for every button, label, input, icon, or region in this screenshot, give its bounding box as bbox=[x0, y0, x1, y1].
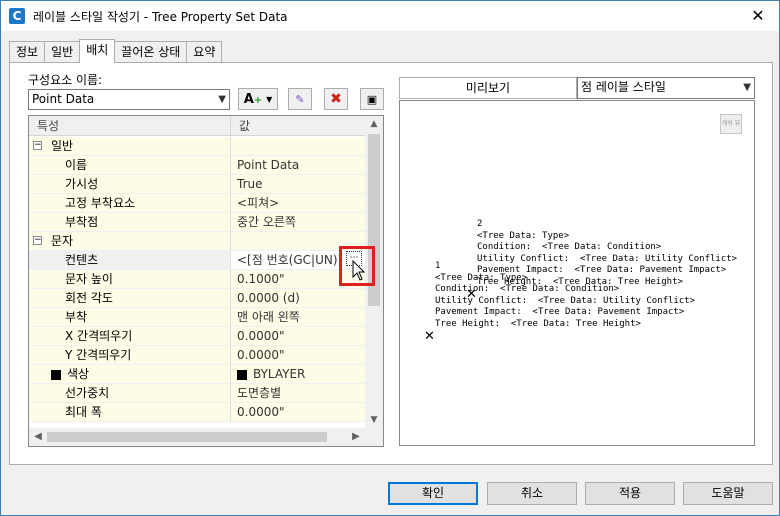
grid-rows: − 일반 이름 Point Data 가시성 True 고정 부착요소 <피쳐> … bbox=[29, 137, 365, 422]
preview-tab: 미리보기 bbox=[399, 77, 577, 99]
property-grid[interactable]: 특성 값 −일반 이름 Point Data 가시성 True 고정 부착요소 bbox=[28, 115, 384, 447]
copy-component-button[interactable]: ✎ bbox=[288, 88, 312, 110]
preview-style-select[interactable]: 점 레이블 스타일 ▼ bbox=[577, 77, 755, 99]
color-swatch bbox=[51, 369, 61, 380]
property-row-text-height[interactable]: 문자 높이 0.1000" bbox=[29, 270, 365, 289]
collapse-icon[interactable]: − bbox=[33, 236, 42, 245]
scroll-left-icon[interactable]: ◀ bbox=[29, 428, 47, 446]
property-row-lineweight[interactable]: 선가중치 도면층별 bbox=[29, 384, 365, 403]
window-title: 레이블 스타일 작성기 - Tree Property Set Data bbox=[33, 9, 288, 24]
component-name-label: 구성요소 이름: bbox=[28, 73, 103, 87]
category-general[interactable]: − 일반 bbox=[29, 137, 365, 156]
preview-thumbnail[interactable]: 캐쉬 뷰 bbox=[720, 114, 742, 134]
close-icon[interactable]: ✕ bbox=[749, 7, 767, 25]
scroll-thumb-horizontal[interactable] bbox=[47, 432, 327, 442]
cancel-button[interactable]: 취소 bbox=[487, 482, 577, 505]
component-name-select[interactable]: Point Data ▼ bbox=[28, 89, 230, 110]
collapse-icon[interactable]: − bbox=[33, 141, 42, 150]
header-property: 특성 bbox=[29, 116, 231, 135]
ok-button[interactable]: 확인 bbox=[388, 482, 478, 505]
tab-dragged-state[interactable]: 끌어온 상태 bbox=[114, 41, 188, 63]
property-row-visibility[interactable]: 가시성 True bbox=[29, 175, 365, 194]
grid-horizontal-scrollbar[interactable]: ◀ ▶ bbox=[29, 428, 383, 446]
add-text-component-icon: A+ bbox=[243, 91, 263, 107]
title-bar: C 레이블 스타일 작성기 - Tree Property Set Data ✕ bbox=[1, 1, 779, 31]
chevron-down-icon: ▼ bbox=[218, 94, 226, 105]
preview-area[interactable]: 캐쉬 뷰 2 <Tree Data: Type> Condition: <Tre… bbox=[399, 100, 755, 446]
property-row-anchor-point[interactable]: 부착점 중간 오른쪽 bbox=[29, 213, 365, 232]
property-row-max-width[interactable]: 최대 폭 0.0000" bbox=[29, 403, 365, 422]
draw-order-icon: ▣ bbox=[366, 92, 378, 106]
help-button[interactable]: 도움말 bbox=[683, 482, 773, 505]
tab-bar: 정보 일반 배치 끌어온 상태 요약 bbox=[9, 39, 223, 63]
point-marker-icon: ✕ bbox=[424, 329, 435, 344]
tab-information[interactable]: 정보 bbox=[9, 41, 46, 63]
property-row-color[interactable]: 색상 BYLAYER bbox=[29, 365, 365, 384]
tab-general[interactable]: 일반 bbox=[44, 41, 81, 63]
property-row-anchor-component[interactable]: 고정 부착요소 <피쳐> bbox=[29, 194, 365, 213]
scroll-right-icon[interactable]: ▶ bbox=[347, 428, 365, 446]
chevron-down-icon: ▼ bbox=[743, 82, 751, 93]
scroll-thumb[interactable] bbox=[368, 134, 380, 306]
category-label: 문자 bbox=[51, 234, 74, 248]
contents-value: <[점 번호(GC|UN)] bbox=[237, 253, 343, 267]
delete-component-button[interactable]: ✖ bbox=[324, 88, 348, 110]
component-name-value: Point Data bbox=[32, 92, 95, 106]
property-row-name[interactable]: 이름 Point Data bbox=[29, 156, 365, 175]
component-draw-order-button[interactable]: ▣ bbox=[360, 88, 384, 110]
copy-component-icon: ✎ bbox=[295, 92, 305, 106]
mouse-cursor-icon bbox=[352, 260, 366, 281]
tab-summary[interactable]: 요약 bbox=[186, 41, 223, 63]
label-style-composer-window: C 레이블 스타일 작성기 - Tree Property Set Data ✕… bbox=[0, 0, 780, 516]
civil3d-app-icon: C bbox=[9, 8, 25, 24]
layout-tab-panel: 구성요소 이름: Point Data ▼ A+ ▼ ✎ ✖ ▣ 특성 값 − 일반 bbox=[9, 62, 773, 465]
color-swatch bbox=[237, 369, 247, 380]
tab-layout[interactable]: 배치 bbox=[79, 39, 116, 63]
category-label: 일반 bbox=[51, 139, 74, 153]
grid-header: 특성 값 bbox=[29, 116, 365, 136]
scroll-up-icon[interactable]: ▲ bbox=[365, 116, 383, 132]
category-text[interactable]: − 문자 bbox=[29, 232, 365, 251]
property-row-x-offset[interactable]: X 간격띄우기 0.0000" bbox=[29, 327, 365, 346]
point-marker-icon: ✕ bbox=[466, 287, 477, 302]
property-row-contents[interactable]: 컨텐츠 <[점 번호(GC|UN)] bbox=[29, 251, 365, 270]
scroll-down-icon[interactable]: ▼ bbox=[365, 412, 383, 428]
preview-style-value: 점 레이블 스타일 bbox=[581, 80, 666, 94]
create-text-component-button[interactable]: A+ ▼ bbox=[238, 88, 278, 110]
property-row-y-offset[interactable]: Y 간격띄우기 0.0000" bbox=[29, 346, 365, 365]
header-value: 값 bbox=[239, 119, 251, 133]
property-row-rotation-angle[interactable]: 회전 각도 0.0000 (d) bbox=[29, 289, 365, 308]
delete-icon: ✖ bbox=[330, 91, 342, 107]
property-row-attachment[interactable]: 부착 맨 아래 왼쪽 bbox=[29, 308, 365, 327]
apply-button[interactable]: 적용 bbox=[585, 482, 675, 505]
